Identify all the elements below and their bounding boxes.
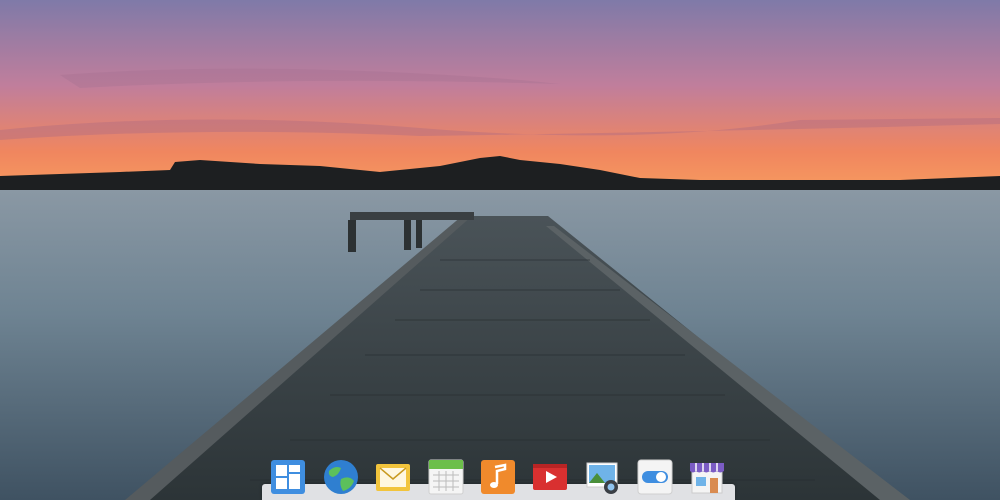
dock-item-videos[interactable] bbox=[531, 458, 569, 496]
photos-icon bbox=[586, 462, 618, 494]
dock-item-system-settings[interactable] bbox=[636, 458, 674, 496]
video-play-icon bbox=[533, 464, 567, 490]
dock-item-photos[interactable] bbox=[584, 458, 622, 496]
multitasking-icon bbox=[271, 460, 305, 494]
music-note-icon bbox=[481, 460, 515, 494]
calendar-icon bbox=[428, 459, 464, 495]
dock-item-mail[interactable] bbox=[374, 458, 412, 496]
pier-post bbox=[416, 220, 422, 248]
pier-post bbox=[348, 220, 356, 252]
dock-item-music[interactable] bbox=[479, 458, 517, 496]
globe-icon bbox=[324, 460, 358, 494]
pier-platform bbox=[350, 212, 474, 220]
storefront-icon bbox=[690, 463, 724, 494]
dock-item-multitasking-view[interactable] bbox=[269, 458, 307, 496]
mail-icon bbox=[376, 464, 410, 491]
pier-post bbox=[404, 220, 411, 250]
dock-item-calendar[interactable] bbox=[427, 458, 465, 496]
dock-item-web-browser[interactable] bbox=[322, 458, 360, 496]
toggle-switch-icon bbox=[637, 459, 673, 495]
dock-item-app-center[interactable] bbox=[688, 458, 726, 496]
desktop-wallpaper bbox=[0, 0, 1000, 500]
